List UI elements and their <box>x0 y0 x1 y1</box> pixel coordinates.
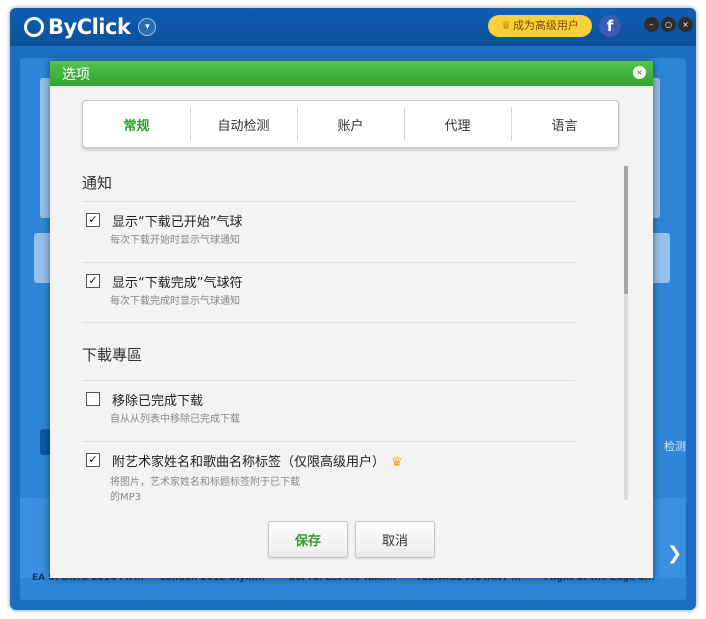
next-arrow-icon[interactable]: ❯ <box>667 543 682 564</box>
dialog-close-icon[interactable]: × <box>633 66 646 79</box>
option-description: 将图片，艺术家姓名和标题标签附于已下载 的MP3 <box>110 475 300 505</box>
upgrade-premium-label: 成为高级用户 <box>512 19 579 32</box>
dialog-title-bar: 选项 × <box>50 61 653 86</box>
option-description-line: 的MP3 <box>110 492 142 503</box>
crown-icon: ♛ <box>501 19 511 32</box>
checkbox-tag-artist-title[interactable]: ✓ <box>86 453 100 467</box>
tab-general[interactable]: 常规 <box>83 101 190 147</box>
cancel-button[interactable]: 取消 <box>355 521 435 558</box>
option-label: 附艺术家姓名和歌曲名称标签（仅限高级用户） ♛ <box>112 451 403 470</box>
premium-crown-icon: ♛ <box>391 455 403 470</box>
app-menu-button[interactable]: ▾ <box>138 18 157 36</box>
option-description: 每次下载完成时显示气球通知 <box>110 296 240 307</box>
title-bar: ByClick ▾ ♛ 成为高级用户 f – ○ × <box>10 8 696 46</box>
checkbox-download-started-balloon[interactable]: ✓ <box>86 213 100 227</box>
background-side-text: 检测 <box>664 440 686 453</box>
options-scroll-area: 通知 ✓ 显示“下载已开始”气球 每次下载开始时显示气球通知 ✓ 显示“下载完成… <box>70 160 626 509</box>
tab-auto-detect[interactable]: 自动检测 <box>190 101 297 147</box>
option-label: 移除已完成下载 <box>112 394 204 409</box>
tab-language[interactable]: 语言 <box>511 101 618 147</box>
tab-account[interactable]: 账户 <box>297 101 404 147</box>
dialog-title: 选项 <box>62 67 90 83</box>
window-controls: – ○ × <box>644 17 693 32</box>
option-label: 显示“下载已开始”气球 <box>112 215 243 230</box>
save-button[interactable]: 保存 <box>268 521 348 558</box>
section-heading-notifications: 通知 <box>82 174 113 192</box>
tab-proxy[interactable]: 代理 <box>404 101 511 147</box>
checkbox-download-complete-balloon[interactable]: ✓ <box>86 274 100 288</box>
byclick-logo-icon <box>24 17 44 37</box>
scrollbar-thumb[interactable] <box>624 166 628 294</box>
divider <box>82 201 575 202</box>
option-description-line: 将图片，艺术家姓名和标题标签附于已下载 <box>110 477 300 488</box>
divider <box>82 322 575 323</box>
facebook-icon[interactable]: f <box>599 15 621 37</box>
app-name: ByClick <box>48 15 131 39</box>
option-description: 每次下载开始时显示气球通知 <box>110 235 240 246</box>
option-description: 自从从列表中移除已完成下载 <box>110 414 240 425</box>
app-logo: ByClick ▾ <box>24 15 157 39</box>
divider <box>82 441 575 442</box>
maximize-button[interactable]: ○ <box>661 17 676 32</box>
minimize-button[interactable]: – <box>644 17 659 32</box>
options-tabs: 常规 自动检测 账户 代理 语言 <box>82 100 619 148</box>
divider <box>82 380 575 381</box>
option-label-text: 附艺术家姓名和歌曲名称标签（仅限高级用户） <box>112 455 386 470</box>
section-heading-downloads: 下載專區 <box>82 346 143 364</box>
upgrade-premium-button[interactable]: ♛ 成为高级用户 <box>488 15 592 37</box>
option-label: 显示“下载完成”气球符 <box>112 276 243 291</box>
scrollbar[interactable] <box>624 166 628 500</box>
close-button[interactable]: × <box>678 17 693 32</box>
checkbox-remove-completed[interactable] <box>86 392 100 406</box>
divider <box>82 262 575 263</box>
options-dialog: 选项 × 常规 自动检测 账户 代理 语言 通知 ✓ 显示“下载已开始”气球 每… <box>50 61 653 578</box>
